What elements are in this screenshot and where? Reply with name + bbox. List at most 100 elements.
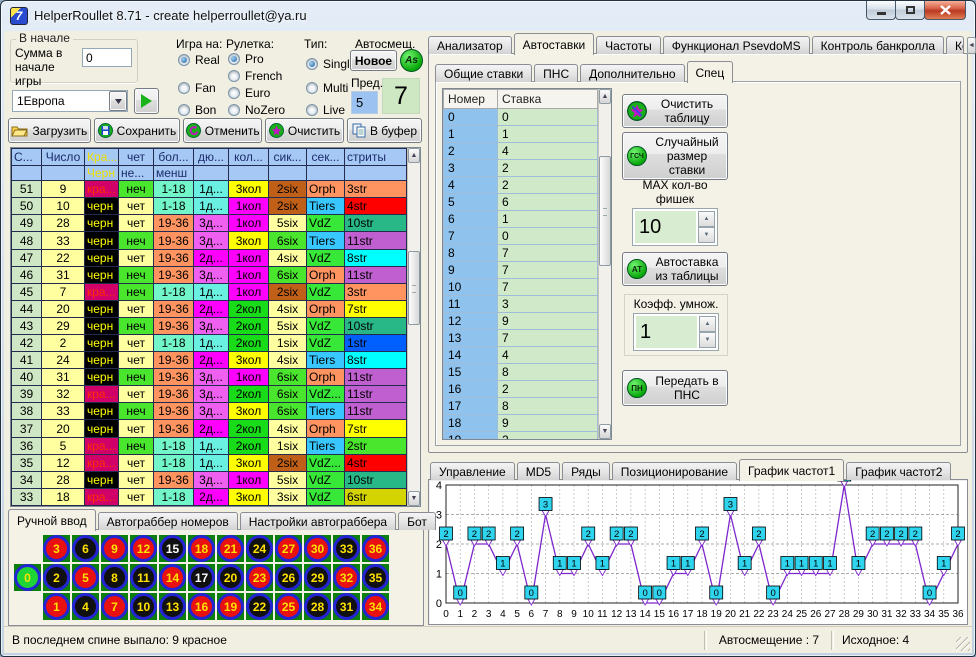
coef-value[interactable]: 1 bbox=[636, 316, 697, 348]
board-number-2[interactable]: 2 bbox=[43, 564, 70, 591]
board-number-18[interactable]: 18 bbox=[188, 535, 215, 562]
tabs-scroll-left-button[interactable]: ◄ bbox=[967, 37, 976, 54]
autoshift-as-icon-button[interactable]: As bbox=[400, 49, 423, 72]
board-number-28[interactable]: 28 bbox=[304, 593, 331, 620]
tab-ПНС[interactable]: ПНС bbox=[534, 64, 578, 82]
autobet-from-table-button[interactable]: АТ Автоставка из таблицы bbox=[622, 252, 728, 286]
bets-row[interactable]: 158 bbox=[444, 364, 598, 381]
bets-row[interactable]: 00 bbox=[444, 109, 598, 126]
spin-down-button[interactable]: ▼ bbox=[698, 227, 715, 243]
preset-combobox[interactable]: 1Европа bbox=[12, 90, 128, 112]
autoshift-new-button[interactable]: Новое bbox=[350, 50, 397, 71]
board-number-27[interactable]: 27 bbox=[275, 535, 302, 562]
history-header-cell[interactable]: сик... bbox=[269, 149, 307, 166]
board-number-4[interactable]: 4 bbox=[72, 593, 99, 620]
bets-row[interactable]: 61 bbox=[444, 211, 598, 228]
radio-Singl[interactable]: Singl bbox=[306, 57, 350, 71]
board-number-29[interactable]: 29 bbox=[304, 564, 331, 591]
history-header-cell[interactable]: менш bbox=[154, 166, 194, 181]
history-header-cell[interactable] bbox=[229, 166, 269, 181]
board-number-22[interactable]: 22 bbox=[246, 593, 273, 620]
bets-row[interactable]: 189 bbox=[444, 415, 598, 432]
clear-table-button[interactable]: Очистить таблицу bbox=[622, 94, 728, 128]
board-number-5[interactable]: 5 bbox=[72, 564, 99, 591]
board-number-7[interactable]: 7 bbox=[101, 593, 128, 620]
scroll-up-button[interactable]: ▲ bbox=[408, 148, 420, 163]
board-number-34[interactable]: 34 bbox=[362, 593, 389, 620]
board-number-32[interactable]: 32 bbox=[333, 564, 360, 591]
history-header-cell[interactable]: бол... bbox=[154, 149, 194, 166]
board-number-23[interactable]: 23 bbox=[246, 564, 273, 591]
save-button[interactable]: Сохранить bbox=[94, 118, 181, 143]
tab-Автоставки[interactable]: Автоставки bbox=[514, 33, 595, 55]
tab-Спец[interactable]: Спец bbox=[687, 61, 734, 83]
history-scrollbar[interactable]: ▲ ▼ bbox=[407, 148, 420, 506]
board-number-19[interactable]: 19 bbox=[217, 593, 244, 620]
board-number-17[interactable]: 17 bbox=[188, 564, 215, 591]
bets-row[interactable]: 113 bbox=[444, 296, 598, 313]
history-header-cell[interactable]: сек... bbox=[307, 149, 345, 166]
history-header-cell[interactable]: чет bbox=[119, 149, 154, 166]
board-number-1[interactable]: 1 bbox=[43, 593, 70, 620]
bets-row[interactable]: 24 bbox=[444, 143, 598, 160]
bets-scrollbar[interactable]: ▲ ▼ bbox=[598, 89, 611, 439]
history-header-cell[interactable] bbox=[42, 166, 85, 181]
board-number-24[interactable]: 24 bbox=[246, 535, 273, 562]
play-button[interactable] bbox=[134, 88, 159, 114]
tab-Позиционирование[interactable]: Позиционирование bbox=[612, 462, 737, 480]
board-number-8[interactable]: 8 bbox=[101, 564, 128, 591]
tab-Ряды[interactable]: Ряды bbox=[562, 462, 610, 480]
radio-Pro[interactable]: Pro bbox=[228, 52, 264, 66]
tab-Частоты[interactable]: Частоты bbox=[596, 36, 661, 54]
bets-row[interactable]: 32 bbox=[444, 160, 598, 177]
radio-Live[interactable]: Live bbox=[306, 103, 345, 117]
board-number-16[interactable]: 16 bbox=[188, 593, 215, 620]
history-header-cell[interactable]: С... bbox=[12, 149, 42, 166]
tab-Ручной ввод[interactable]: Ручной ввод bbox=[8, 509, 96, 531]
tab-Общие ставки[interactable]: Общие ставки bbox=[435, 64, 532, 82]
board-number-25[interactable]: 25 bbox=[275, 593, 302, 620]
max-chips-spinner[interactable]: 10 ▲ ▼ bbox=[632, 208, 718, 246]
history-header-cell[interactable]: Черн bbox=[85, 166, 119, 181]
max-chips-value[interactable]: 10 bbox=[635, 211, 696, 243]
history-header-cell[interactable]: Кра... bbox=[85, 149, 119, 166]
radio-Multi[interactable]: Multi bbox=[306, 81, 348, 95]
history-header-cell[interactable] bbox=[194, 166, 229, 181]
radio-Euro[interactable]: Euro bbox=[228, 86, 270, 100]
random-stake-button[interactable]: ГСЧ Случайный размер ставки bbox=[622, 132, 728, 180]
board-number-20[interactable]: 20 bbox=[217, 564, 244, 591]
clear-button[interactable]: Очистить bbox=[265, 118, 344, 143]
board-number-3[interactable]: 3 bbox=[43, 535, 70, 562]
bets-scrollbar-track[interactable] bbox=[599, 104, 611, 424]
minimize-button[interactable] bbox=[866, 1, 896, 20]
radio-Real[interactable]: Real bbox=[178, 53, 220, 67]
tab-График частот1[interactable]: График частот1 bbox=[739, 459, 844, 481]
tab-MD5[interactable]: MD5 bbox=[517, 462, 560, 480]
scroll-down-button[interactable]: ▼ bbox=[599, 424, 611, 439]
spin-down-button[interactable]: ▼ bbox=[699, 332, 716, 348]
spin-up-button[interactable]: ▲ bbox=[698, 211, 715, 227]
close-button[interactable] bbox=[924, 1, 966, 20]
tab-Дополнительно[interactable]: Дополнительно bbox=[580, 64, 684, 82]
bets-header-cell[interactable]: Ставка bbox=[498, 90, 598, 109]
bets-row[interactable]: 192 bbox=[444, 432, 598, 441]
history-scrollbar-thumb[interactable] bbox=[408, 251, 420, 325]
board-number-0[interactable]: 0 bbox=[14, 564, 41, 591]
resize-grip[interactable] bbox=[956, 637, 970, 651]
board-number-10[interactable]: 10 bbox=[130, 593, 157, 620]
tab-Колесо ру[interactable]: Колесо ру bbox=[946, 36, 964, 54]
radio-Fan[interactable]: Fan bbox=[178, 81, 216, 95]
board-number-26[interactable]: 26 bbox=[275, 564, 302, 591]
spin-up-button[interactable]: ▲ bbox=[699, 316, 716, 332]
board-number-36[interactable]: 36 bbox=[362, 535, 389, 562]
send-to-pns-button[interactable]: ПН Передать в ПНС bbox=[622, 370, 728, 406]
tab-Контроль банкролла[interactable]: Контроль банкролла bbox=[812, 36, 944, 54]
board-number-33[interactable]: 33 bbox=[333, 535, 360, 562]
copy-buffer-button[interactable]: В буфер bbox=[347, 118, 422, 143]
history-header-cell[interactable] bbox=[12, 166, 42, 181]
bets-row[interactable]: 42 bbox=[444, 177, 598, 194]
history-header-cell[interactable]: кол... bbox=[229, 149, 269, 166]
board-number-21[interactable]: 21 bbox=[217, 535, 244, 562]
bets-row[interactable]: 70 bbox=[444, 228, 598, 245]
bets-header-cell[interactable]: Номер bbox=[444, 90, 498, 109]
